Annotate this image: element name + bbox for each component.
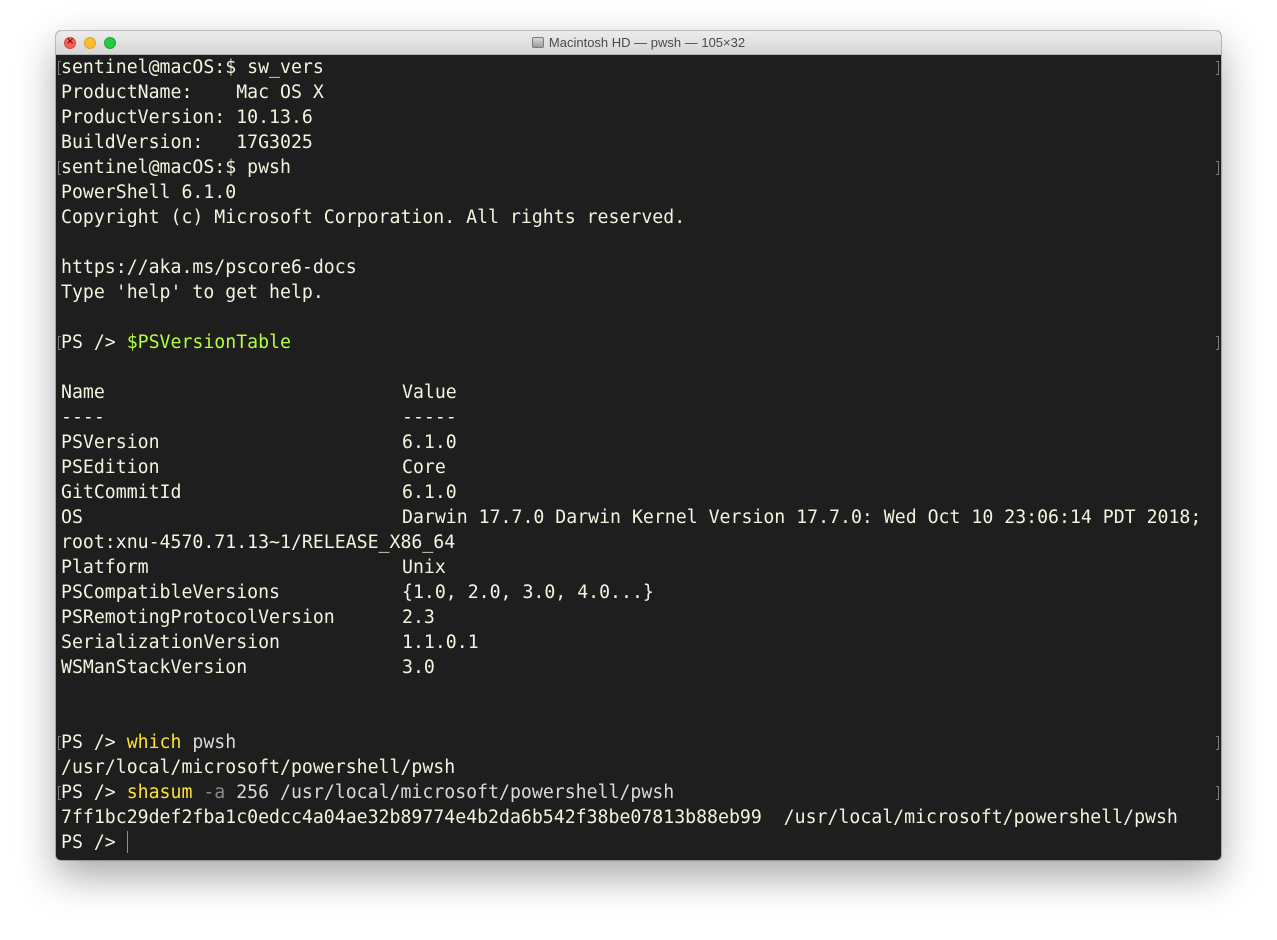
text-cursor: [126, 831, 128, 853]
table-row-name: WSManStackVersion: [61, 657, 248, 678]
table-row-name: Platform: [61, 557, 149, 578]
hard-disk-icon: [531, 37, 544, 48]
table-header-name: Name: [61, 382, 105, 403]
table-row-name: GitCommitId: [61, 482, 182, 503]
table-row-name: PSEdition: [61, 457, 160, 478]
table-row-name: PSRemotingProtocolVersion: [61, 607, 335, 628]
prompt-mark-right: [1216, 336, 1219, 350]
terminal-window: × Macintosh HD — pwsh — 105×32 sentinel@…: [56, 31, 1221, 860]
ps-command-number: 256: [236, 782, 270, 803]
table-row: Platform Unix: [61, 555, 1221, 580]
table-row-wrap: root:xnu-4570.71.13~1/RELEASE_X86_64: [61, 532, 456, 553]
table-row-value: Darwin 17.7.0 Darwin Kernel Version 17.7…: [402, 507, 1202, 528]
ps-prompt: PS />: [61, 332, 116, 353]
shell-prompt-line: sentinel@macOS:$ sw_vers: [58, 55, 1221, 80]
ps-command-argument: /usr/local/microsoft/powershell/pwsh: [280, 782, 675, 803]
table-row-value: 1.1.0.1: [402, 632, 479, 653]
prompt-mark-left: [58, 61, 61, 75]
table-row-value: Unix: [402, 557, 446, 578]
ps-prompt-line: PS /> which pwsh: [58, 730, 1221, 755]
table-row: PSVersion 6.1.0: [61, 430, 1221, 455]
output-line: https://aka.ms/pscore6-docs: [61, 257, 357, 278]
ps-command-argument: pwsh: [192, 732, 237, 753]
table-row: PSRemotingProtocolVersion 2.3: [61, 605, 1221, 630]
table-row-value: 6.1.0: [402, 482, 457, 503]
table-separator: ---- -----: [61, 405, 1221, 430]
ps-command-keyword: which: [126, 732, 182, 753]
prompt-mark-left: [58, 161, 61, 175]
table-row-name: PSVersion: [61, 432, 160, 453]
terminal-output[interactable]: sentinel@macOS:$ sw_vers ProductName: Ma…: [56, 55, 1221, 860]
output-line: /usr/local/microsoft/powershell/pwsh: [61, 757, 456, 778]
ps-prompt: PS />: [61, 782, 116, 803]
prompt-mark-right: [1216, 736, 1219, 750]
output-line: Type 'help' to get help.: [61, 282, 324, 303]
table-header: Name Value: [61, 380, 1221, 405]
table-row-value: Core: [402, 457, 446, 478]
prompt-mark-left: [58, 336, 61, 350]
table-row-value: 6.1.0: [402, 432, 457, 453]
output-line: PowerShell 6.1.0: [61, 182, 237, 203]
ps-prompt-line-current[interactable]: PS />: [61, 830, 1221, 855]
table-row-name: OS: [61, 507, 83, 528]
ps-prompt: PS />: [61, 832, 116, 853]
ps-prompt-line: PS /> shasum -a 256 /usr/local/microsoft…: [58, 780, 1221, 805]
prompt-mark-left: [58, 736, 61, 750]
output-line: ProductVersion: 10.13.6: [61, 107, 313, 128]
shell-command: sentinel@macOS:$ sw_vers: [61, 57, 324, 78]
prompt-mark-right: [1216, 161, 1219, 175]
ps-prompt: PS />: [61, 732, 116, 753]
shell-prompt-line: sentinel@macOS:$ pwsh: [58, 155, 1221, 180]
ps-prompt-line: PS /> $PSVersionTable: [58, 330, 1221, 355]
output-line: 7ff1bc29def2fba1c0edcc4a04ae32b89774e4b2…: [61, 807, 1178, 828]
table-row: WSManStackVersion 3.0: [61, 655, 1221, 680]
table-separator-value: -----: [402, 407, 457, 428]
table-row: PSCompatibleVersions {1.0, 2.0, 3.0, 4.0.…: [61, 580, 1221, 605]
shell-command: sentinel@macOS:$ pwsh: [61, 157, 291, 178]
ps-command-parameter: -a: [203, 782, 226, 803]
output-line: BuildVersion: 17G3025: [61, 132, 313, 153]
output-line: Copyright (c) Microsoft Corporation. All…: [61, 207, 686, 228]
table-row-name: PSCompatibleVersions: [61, 582, 280, 603]
table-row: PSEdition Core: [61, 455, 1221, 480]
window-title: Macintosh HD — pwsh — 105×32: [548, 35, 746, 50]
ps-command-keyword: shasum: [126, 782, 193, 803]
prompt-mark-right: [1216, 786, 1219, 800]
table-row: GitCommitId 6.1.0: [61, 480, 1221, 505]
prompt-mark-left: [58, 786, 61, 800]
table-separator-name: ----: [61, 407, 105, 428]
table-row: SerializationVersion 1.1.0.1: [61, 630, 1221, 655]
window-title-container: Macintosh HD — pwsh — 105×32: [56, 35, 1221, 50]
table-row-value: 2.3: [402, 607, 435, 628]
prompt-mark-right: [1216, 61, 1219, 75]
table-row-value: {1.0, 2.0, 3.0, 4.0...}: [402, 582, 654, 603]
ps-command-variable: $PSVersionTable: [126, 332, 291, 353]
table-row-name: SerializationVersion: [61, 632, 280, 653]
table-row-value: 3.0: [402, 657, 435, 678]
table-row: OS Darwin 17.7.0 Darwin Kernel Version 17…: [61, 505, 1221, 530]
title-bar[interactable]: × Macintosh HD — pwsh — 105×32: [56, 31, 1221, 55]
output-line: ProductName: Mac OS X: [61, 82, 324, 103]
table-header-value: Value: [402, 382, 457, 403]
